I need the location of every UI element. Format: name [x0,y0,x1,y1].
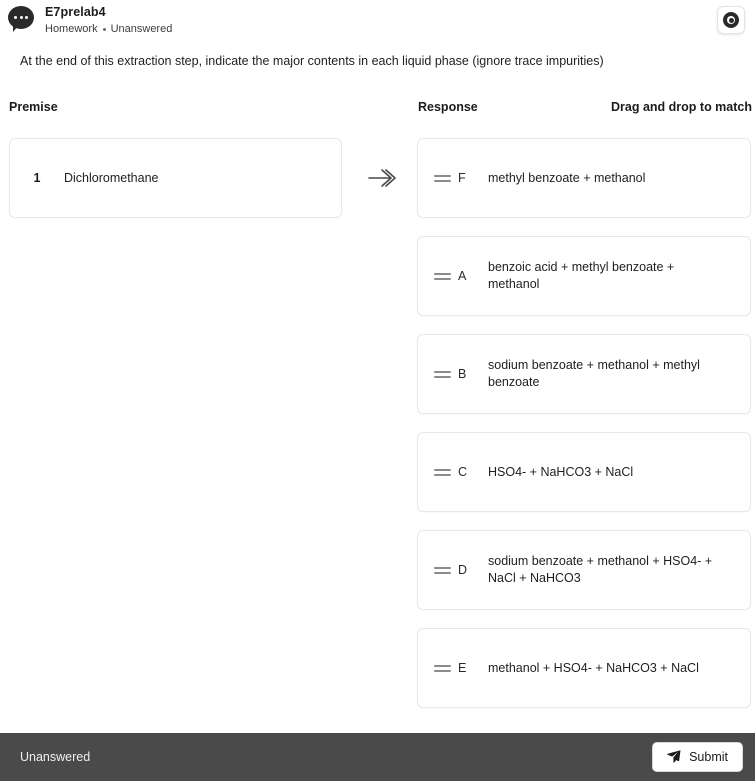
response-card[interactable]: A benzoic acid + methyl benzoate + metha… [417,236,751,316]
response-text: sodium benzoate + methanol + HSO4- + NaC… [488,554,713,585]
footer-status: Unanswered [20,750,91,764]
response-letter: D [458,563,468,577]
drag-handle-icon[interactable] [418,664,458,672]
premise-text: Dichloromethane [64,171,159,185]
response-text: methanol + HSO4- + NaHCO3 + NaCl [488,660,699,675]
response-letter: B [458,367,467,381]
question-prompt: At the end of this extraction step, indi… [20,54,604,68]
response-column-heading: Response [418,100,478,114]
speech-bubble-ellipsis-icon [8,6,34,29]
premise-card[interactable]: 1 Dichloromethane [9,138,342,218]
assignment-type: Homework [45,23,98,35]
column-headings: Premise Response Drag and drop to match [0,100,755,120]
arrow-right-icon [368,169,396,187]
response-text: methyl benzoate + methanol [488,170,646,185]
response-letter: F [458,171,466,185]
response-letter: A [458,269,467,283]
response-letter: C [458,465,468,479]
response-text: HSO4- + NaHCO3 + NaCl [488,464,634,479]
speech-bubble-tail [13,26,21,32]
page-title: E7prelab4 [45,5,106,19]
response-card[interactable]: F methyl benzoate + methanol [417,138,751,218]
drag-handle-icon[interactable] [418,272,458,280]
premise-number: 1 [33,171,41,185]
response-card[interactable]: C HSO4- + NaHCO3 + NaCl [417,432,751,512]
submit-button[interactable]: Submit [652,742,743,772]
header-action-button[interactable] [717,6,745,34]
drag-handle-icon[interactable] [418,566,458,574]
separator-dot-icon [102,27,106,31]
header-text: E7prelab4 Homework Unanswered [45,3,172,37]
header-meta: Homework Unanswered [45,21,172,37]
avatar [8,6,34,32]
response-column: F methyl benzoate + methanol A benzoic a… [417,138,751,726]
question-header: E7prelab4 Homework Unanswered [0,0,755,44]
status-badge: Unanswered [110,23,173,35]
drag-handle-icon[interactable] [418,174,458,182]
matching-board: 1 Dichloromethane F methyl benzoate + me… [0,138,755,733]
response-card[interactable]: D sodium benzoate + methanol + HSO4- + N… [417,530,751,610]
response-text: benzoic acid + methyl benzoate + methano… [488,260,675,291]
drag-handle-icon[interactable] [418,370,458,378]
footer-bar: Unanswered Submit [0,733,755,781]
response-text: sodium benzoate + methanol + methyl benz… [488,358,700,389]
response-card[interactable]: E methanol + HSO4- + NaHCO3 + NaCl [417,628,751,708]
response-letter: E [458,661,467,675]
submit-button-label: Submit [689,750,728,764]
drag-handle-icon[interactable] [418,468,458,476]
response-card[interactable]: B sodium benzoate + methanol + methyl be… [417,334,751,414]
target-dot-icon [723,12,739,28]
premise-column-heading: Premise [9,100,58,114]
premise-column: 1 Dichloromethane [9,138,342,218]
paper-plane-icon [667,750,681,763]
drag-drop-hint: Drag and drop to match [611,100,752,114]
